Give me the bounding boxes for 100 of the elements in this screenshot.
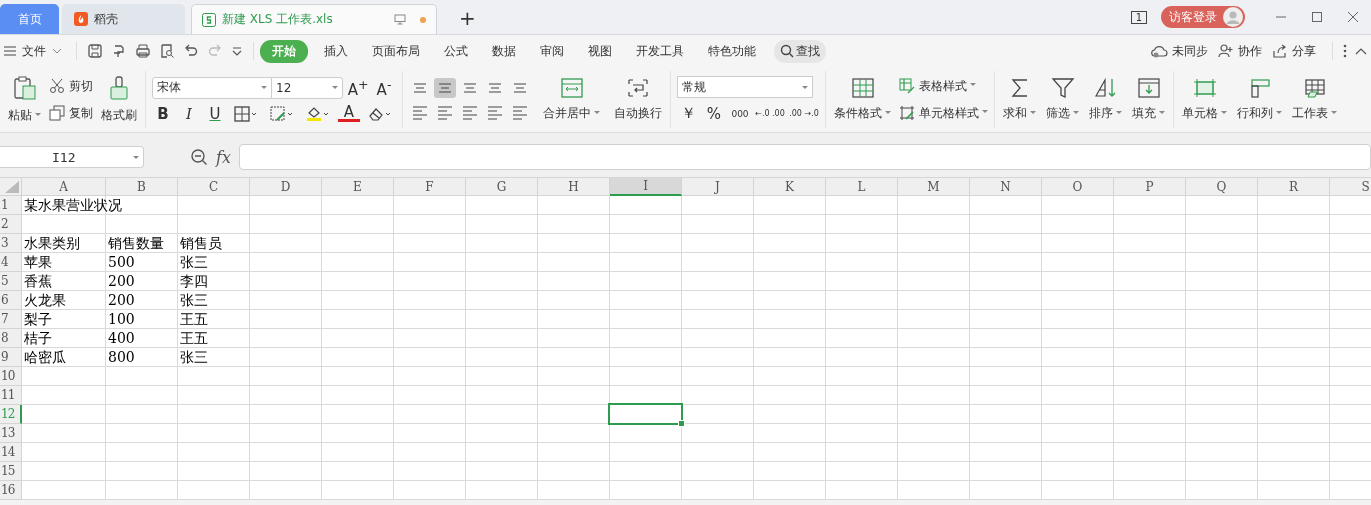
row-header[interactable]: 14	[0, 443, 22, 462]
column-header[interactable]: Q	[1186, 178, 1258, 196]
font-color-button[interactable]: A	[338, 105, 360, 122]
font-name-field[interactable]: 宋体	[152, 76, 272, 99]
sum-button[interactable]: 求和	[1001, 75, 1038, 124]
merge-center-button[interactable]: 合并居中	[541, 75, 602, 124]
wrap-text-button[interactable]: 自动换行	[612, 75, 664, 124]
row-header[interactable]: 15	[0, 462, 22, 481]
grow-font-button[interactable]: A$^{+}$	[347, 76, 369, 99]
column-header[interactable]: D	[250, 178, 322, 196]
file-tab[interactable]: 新建 XLS 工作表.xls	[191, 4, 437, 34]
cell-format-icon[interactable]	[270, 105, 294, 122]
column-header[interactable]: H	[538, 178, 610, 196]
more-icon[interactable]	[1343, 44, 1347, 58]
collapse-icon[interactable]	[1355, 47, 1367, 55]
window-count[interactable]: 1	[1130, 10, 1147, 24]
column-header[interactable]: F	[394, 178, 466, 196]
fill-button[interactable]: 填充	[1130, 75, 1167, 124]
column-header[interactable]: G	[466, 178, 538, 196]
row-header[interactable]: 3	[0, 234, 22, 253]
column-header[interactable]: R	[1258, 178, 1330, 196]
ribbon-tab[interactable]: 视图	[576, 39, 624, 63]
number-format-field[interactable]: 常规	[677, 76, 813, 98]
active-cell[interactable]	[608, 403, 683, 425]
row-header[interactable]: 2	[0, 215, 22, 234]
row-header[interactable]: 16	[0, 481, 22, 500]
row-header[interactable]: 1	[0, 196, 22, 215]
row-header[interactable]: 9	[0, 348, 22, 367]
conditional-format-button[interactable]: 条件格式	[832, 75, 893, 124]
save-icon[interactable]	[87, 43, 103, 59]
ribbon-tab[interactable]: 公式	[432, 39, 480, 63]
ribbon-tab[interactable]: 页面布局	[360, 39, 432, 63]
docer-tab[interactable]: 稻壳	[62, 4, 185, 34]
table-style-button[interactable]: 表格样式	[899, 77, 988, 95]
collaborate-button[interactable]: 协作	[1218, 42, 1262, 60]
column-header[interactable]: E	[322, 178, 394, 196]
rows-columns-button[interactable]: 行和列	[1235, 75, 1284, 124]
zoom-icon[interactable]	[190, 148, 208, 166]
ribbon-tab[interactable]: 审阅	[528, 39, 576, 63]
row-header[interactable]: 13	[0, 424, 22, 443]
export-icon[interactable]	[111, 43, 127, 59]
monitor-icon[interactable]	[394, 14, 406, 25]
print-icon[interactable]	[135, 43, 151, 59]
cells-button[interactable]: 单元格	[1180, 75, 1229, 124]
function-button[interactable]: fx	[216, 147, 231, 167]
percent-button[interactable]: %	[703, 104, 725, 123]
column-header[interactable]: M	[898, 178, 970, 196]
share-button[interactable]: 分享	[1272, 42, 1316, 60]
column-header[interactable]: P	[1114, 178, 1186, 196]
row-header[interactable]: 5	[0, 272, 22, 291]
sync-button[interactable]: 未同步	[1150, 42, 1208, 60]
decrease-decimal-button[interactable]: .00 →.0	[789, 109, 819, 118]
currency-button[interactable]: ￥	[677, 104, 699, 123]
column-header[interactable]: O	[1042, 178, 1114, 196]
print-preview-icon[interactable]	[159, 43, 175, 59]
row-header[interactable]: 6	[0, 291, 22, 310]
name-box[interactable]: I12	[0, 146, 144, 168]
filter-button[interactable]: 筛选	[1044, 75, 1081, 124]
column-header[interactable]: C	[178, 178, 250, 196]
column-header[interactable]: A	[22, 178, 106, 196]
formula-input[interactable]	[238, 144, 1371, 170]
column-header[interactable]: K	[754, 178, 826, 196]
paste-button[interactable]: 粘贴	[6, 73, 43, 126]
sort-button[interactable]: 排序	[1087, 75, 1124, 124]
underline-button[interactable]: U	[204, 104, 226, 123]
maximize-icon[interactable]	[1311, 11, 1323, 23]
column-header[interactable]: B	[106, 178, 178, 196]
column-header[interactable]: L	[826, 178, 898, 196]
cut-button[interactable]: 剪切	[49, 77, 93, 95]
login-button[interactable]: 访客登录	[1161, 6, 1245, 28]
row-header[interactable]: 7	[0, 310, 22, 329]
ribbon-tab[interactable]: 数据	[480, 39, 528, 63]
copy-button[interactable]: 复制	[49, 104, 93, 122]
format-painter-button[interactable]: 格式刷	[99, 73, 139, 126]
shrink-font-button[interactable]: A$^{-}$	[373, 76, 395, 99]
borders-icon[interactable]	[234, 105, 258, 122]
font-size-field[interactable]: 12	[271, 76, 343, 99]
column-header[interactable]: J	[682, 178, 754, 196]
ribbon-tab[interactable]: 开发工具	[624, 39, 696, 63]
align-icon[interactable]	[434, 77, 456, 98]
cell-style-button[interactable]: 单元格样式	[899, 104, 988, 122]
row-header[interactable]: 11	[0, 386, 22, 405]
italic-button[interactable]: I	[178, 104, 200, 123]
redo-icon[interactable]	[207, 43, 223, 59]
close-icon[interactable]	[1347, 11, 1359, 23]
dropdown-icon[interactable]	[231, 45, 243, 57]
ribbon-tab[interactable]: 特色功能	[696, 39, 768, 63]
undo-icon[interactable]	[183, 43, 199, 59]
fill-color-icon[interactable]	[306, 105, 330, 122]
row-header[interactable]: 4	[0, 253, 22, 272]
bold-button[interactable]: B	[152, 104, 174, 123]
thousands-button[interactable]: 000	[729, 108, 751, 119]
worksheet-button[interactable]: 工作表	[1290, 75, 1339, 124]
new-tab-button[interactable]: +	[459, 6, 476, 30]
file-menu[interactable]: 文件	[4, 42, 62, 60]
column-header[interactable]: S	[1330, 178, 1371, 196]
column-header[interactable]: N	[970, 178, 1042, 196]
row-header[interactable]: 10	[0, 367, 22, 386]
increase-decimal-button[interactable]: ←.0 .00	[755, 109, 785, 118]
ribbon-tab[interactable]: 插入	[312, 39, 360, 63]
